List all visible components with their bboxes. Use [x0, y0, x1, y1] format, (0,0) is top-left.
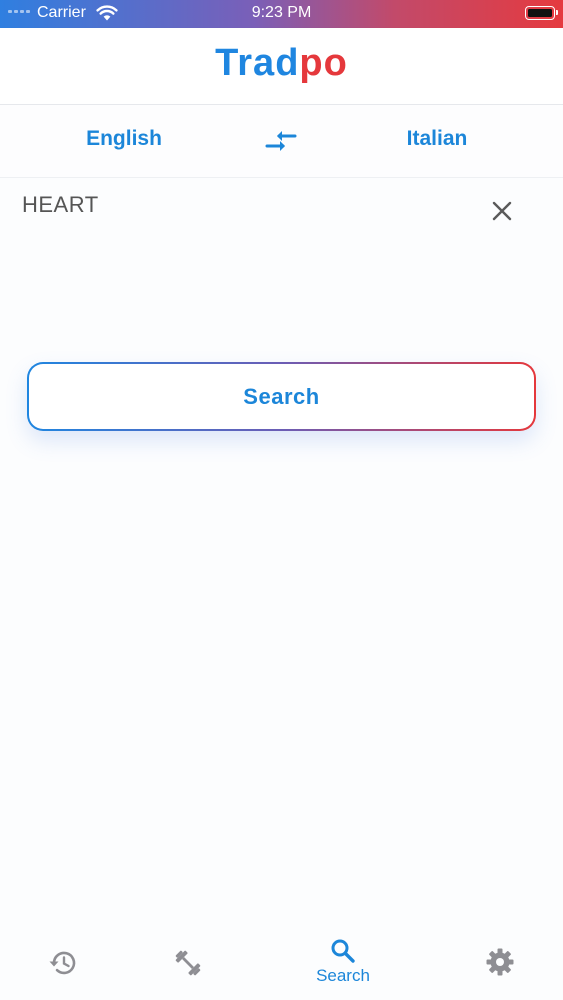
target-language-button[interactable]: Italian: [357, 127, 517, 151]
app-header: Tradpo: [0, 28, 563, 105]
language-selector: English Italian: [0, 105, 563, 178]
close-icon[interactable]: [490, 199, 514, 223]
tab-search[interactable]: Search: [273, 930, 413, 1000]
search-button-border: Search: [27, 362, 536, 431]
search-input[interactable]: HEART: [22, 192, 99, 218]
logo-part-2: po: [299, 42, 348, 84]
tab-bar: Search: [0, 930, 563, 1000]
logo-part-1: Trad: [215, 42, 300, 84]
status-time: 9:23 PM: [251, 4, 312, 21]
search-icon: [331, 939, 355, 963]
battery-icon: [525, 6, 558, 20]
source-language-button[interactable]: English: [44, 127, 204, 151]
tab-settings[interactable]: [430, 930, 563, 1000]
search-button[interactable]: Search: [29, 364, 534, 429]
tab-training[interactable]: [118, 930, 258, 1000]
swap-languages-icon[interactable]: [264, 129, 298, 153]
app-logo: Tradpo: [0, 42, 563, 85]
status-bar: Carrier 9:23 PM: [0, 0, 563, 28]
history-icon: [49, 951, 76, 975]
tab-history[interactable]: [0, 930, 133, 1000]
gear-icon: [486, 948, 514, 976]
dumbbell-icon: [175, 950, 201, 976]
tab-search-label: Search: [316, 966, 370, 985]
